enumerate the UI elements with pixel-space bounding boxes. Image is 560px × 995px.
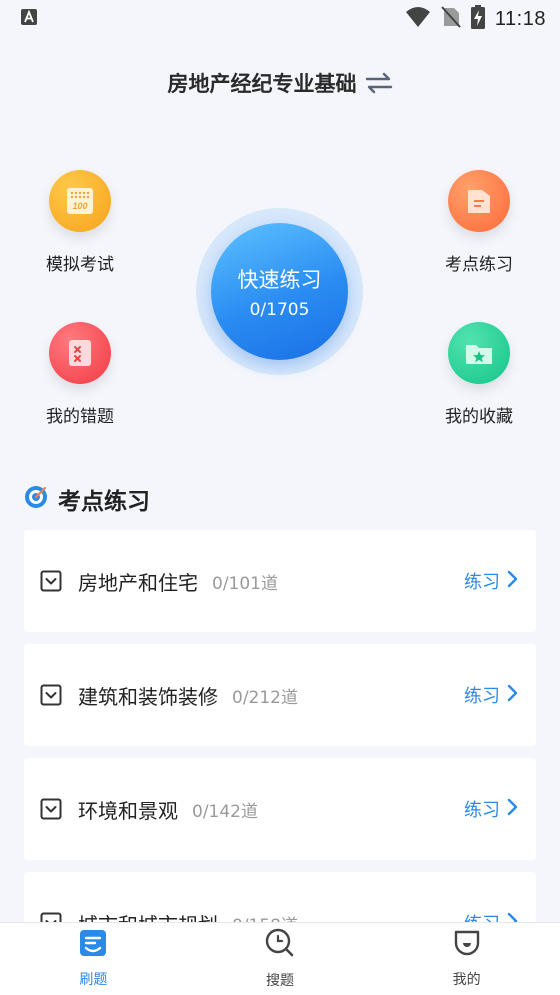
target-icon xyxy=(24,485,48,513)
tab-search[interactable]: 搜题 xyxy=(220,928,340,990)
swap-arrows-icon[interactable] xyxy=(365,72,393,94)
tab-profile[interactable]: 我的 xyxy=(407,929,527,989)
status-time: 11:18 xyxy=(494,7,546,30)
section-title: 考点练习 xyxy=(58,489,150,515)
folder-star-icon xyxy=(448,322,510,384)
page-title: 房地产经纪专业基础 xyxy=(167,72,357,96)
search-tab-icon xyxy=(265,928,295,962)
practice-link[interactable]: 练习 xyxy=(464,682,500,708)
section-header: 考点练习 xyxy=(24,482,150,516)
tab-label: 搜题 xyxy=(265,973,294,989)
wifi-icon xyxy=(405,6,431,33)
topic-list: 房地产和住宅 0/101道 练习 建筑和装饰装修 0/212道 练习 环境和景观… xyxy=(24,530,536,986)
tab-label: 我的 xyxy=(452,972,481,988)
wrong-questions-label: 我的错题 xyxy=(46,407,114,427)
quick-practice-progress: 0/1705 xyxy=(249,299,310,320)
topic-item[interactable]: 建筑和装饰装修 0/212道 练习 xyxy=(24,644,536,746)
status-left xyxy=(20,8,38,31)
bottom-tab-bar: 刷题 搜题 我的 xyxy=(0,922,560,995)
topic-name: 建筑和装饰装修 xyxy=(78,684,218,709)
topic-item[interactable]: 房地产和住宅 0/101道 练习 xyxy=(24,530,536,632)
favorites-label: 我的收藏 xyxy=(445,407,513,427)
topic-name: 房地产和住宅 xyxy=(78,570,198,595)
wrong-questions-button[interactable]: 我的错题 xyxy=(15,322,145,427)
tab-label: 刷题 xyxy=(79,972,108,988)
topic-count: 0/101道 xyxy=(212,573,278,594)
exam-paper-icon: 100 xyxy=(49,170,111,232)
battery-charging-icon xyxy=(470,4,485,34)
practice-tab-icon xyxy=(79,929,107,961)
favorites-button[interactable]: 我的收藏 xyxy=(414,322,544,427)
quick-practice-button[interactable]: 快速练习 0/1705 xyxy=(211,223,348,360)
tab-practice[interactable]: 刷题 xyxy=(33,929,153,989)
chevron-right-icon xyxy=(506,798,518,820)
status-right: 11:18 xyxy=(405,4,546,34)
quick-practice-halo: 快速练习 0/1705 xyxy=(196,208,363,375)
topic-item[interactable]: 环境和景观 0/142道 练习 xyxy=(24,758,536,860)
wrong-book-icon xyxy=(49,322,111,384)
page-header: 房地产经纪专业基础 xyxy=(0,62,560,104)
chevron-right-icon xyxy=(506,684,518,706)
accessibility-icon xyxy=(20,8,38,31)
topic-count: 0/142道 xyxy=(192,801,258,822)
topic-count: 0/212道 xyxy=(232,687,298,708)
folder-note-icon xyxy=(448,170,510,232)
practice-link[interactable]: 练习 xyxy=(464,568,500,594)
point-practice-button[interactable]: 考点练习 xyxy=(414,170,544,275)
practice-link[interactable]: 练习 xyxy=(464,796,500,822)
mock-exam-button[interactable]: 100 模拟考试 xyxy=(15,170,145,275)
topic-name: 环境和景观 xyxy=(78,798,178,823)
no-sim-icon xyxy=(441,5,461,33)
checkbox-icon xyxy=(40,570,62,592)
quick-practice-label: 快速练习 xyxy=(237,267,322,292)
checkbox-icon xyxy=(40,798,62,820)
chevron-right-icon xyxy=(506,570,518,592)
mock-exam-label: 模拟考试 xyxy=(46,255,114,275)
svg-text:100: 100 xyxy=(72,201,87,211)
status-bar: 11:18 xyxy=(0,0,560,38)
profile-tab-icon xyxy=(453,929,481,961)
checkbox-icon xyxy=(40,684,62,706)
point-practice-label: 考点练习 xyxy=(445,255,513,275)
